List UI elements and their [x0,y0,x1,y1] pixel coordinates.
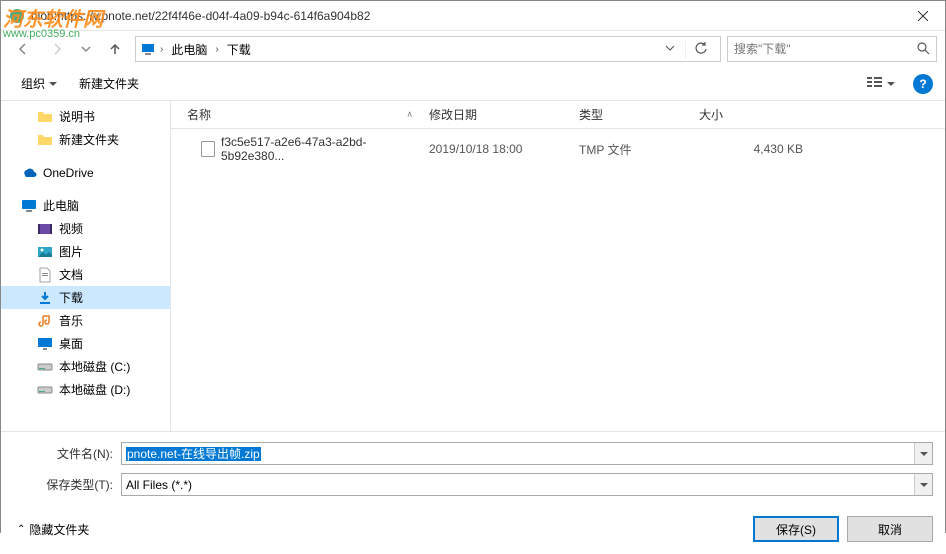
sidebar-item-pictures[interactable]: 图片 [1,240,170,263]
sidebar-item-thispc[interactable]: 此电脑 [1,194,170,217]
desktop-icon [37,336,53,352]
new-folder-button[interactable]: 新建文件夹 [71,71,147,96]
sidebar-item-downloads[interactable]: 下载 [1,286,170,309]
disk-icon [37,382,53,398]
sidebar-item-onedrive[interactable]: OneDrive [1,161,170,184]
filetype-field[interactable]: All Files (*.*) [121,473,933,496]
filetype-row: 保存类型(T): All Files (*.*) [13,473,933,496]
bottom-panel: 文件名(N): pnote.net-在线导出帧.zip 保存类型(T): All… [1,431,945,554]
dropdown-arrow-icon [887,80,895,88]
file-icon [201,141,215,157]
filetype-value: All Files (*.*) [122,478,192,492]
chevron-down-icon [81,44,91,54]
breadcrumb-folder[interactable]: 下载 [223,39,255,60]
toolbar: 组织 新建文件夹 ? [1,67,945,101]
filename-row: 文件名(N): pnote.net-在线导出帧.zip [13,442,933,465]
column-date[interactable]: 修改日期 [421,101,571,128]
title-bar: blob:https://v.pnote.net/22f4f46e-d04f-4… [1,1,945,31]
video-icon [37,221,53,237]
filename-field[interactable]: pnote.net-在线导出帧.zip [121,442,933,465]
breadcrumb-root[interactable]: 此电脑 [167,39,211,60]
sidebar-item-documents[interactable]: 文档 [1,263,170,286]
folder-icon [37,132,53,148]
close-button[interactable] [900,1,945,30]
sidebar-item-disk-c[interactable]: 本地磁盘 (C:) [1,355,170,378]
close-icon [918,11,928,21]
arrow-up-icon [108,42,122,56]
chevron-right-icon: › [160,44,163,55]
sidebar-item-desktop[interactable]: 桌面 [1,332,170,355]
chevron-right-icon: › [215,44,218,55]
sidebar-item-video[interactable]: 视频 [1,217,170,240]
arrow-left-icon [16,42,30,56]
button-row: ⌃ 隐藏文件夹 保存(S) 取消 [13,516,933,542]
file-name: f3c5e517-a2e6-47a3-a2bd-5b92e380... [221,135,413,163]
documents-icon [37,267,53,283]
file-list-header: 名称 ∧ 修改日期 类型 大小 [171,101,945,129]
column-type[interactable]: 类型 [571,101,691,128]
onedrive-icon [21,165,37,181]
pictures-icon [37,244,53,260]
chevron-down-icon [920,481,928,489]
filetype-label: 保存类型(T): [13,476,121,493]
cancel-button[interactable]: 取消 [847,516,933,542]
download-icon [37,290,53,306]
filename-label: 文件名(N): [13,445,121,462]
file-row[interactable]: f3c5e517-a2e6-47a3-a2bd-5b92e380... 2019… [171,137,945,161]
pc-icon [21,198,37,214]
refresh-button[interactable] [685,41,716,58]
arrow-right-icon [50,42,64,56]
file-size: 4,430 KB [691,142,811,156]
folder-icon [37,109,53,125]
filename-input-text[interactable]: pnote.net-在线导出帧.zip [126,447,261,461]
address-bar[interactable]: › 此电脑 › 下载 [135,36,721,62]
address-dropdown[interactable] [659,42,681,56]
column-size[interactable]: 大小 [691,101,811,128]
view-icon [867,77,885,91]
app-icon [9,8,25,24]
navigation-sidebar: 说明书 新建文件夹 OneDrive 此电脑 视频 图片 文档 [1,101,171,431]
recent-button[interactable] [77,36,95,62]
chevron-down-icon [665,43,675,53]
window-title: blob:https://v.pnote.net/22f4f46e-d04f-4… [31,9,900,23]
sidebar-item-docs[interactable]: 说明书 [1,105,170,128]
file-list: 名称 ∧ 修改日期 类型 大小 f3c5e517-a2e6-47a3-a2bd-… [171,101,945,431]
forward-button[interactable] [43,36,71,62]
column-name[interactable]: 名称 ∧ [171,101,421,128]
music-icon [37,313,53,329]
save-button[interactable]: 保存(S) [753,516,839,542]
disk-icon [37,359,53,375]
sort-indicator-icon: ∧ [406,109,413,120]
search-input[interactable] [734,42,916,56]
sidebar-item-music[interactable]: 音乐 [1,309,170,332]
view-options-button[interactable] [861,73,901,95]
organize-menu[interactable]: 组织 [13,71,65,96]
sidebar-item-disk-d[interactable]: 本地磁盘 (D:) [1,378,170,401]
sidebar-item-newfolder[interactable]: 新建文件夹 [1,128,170,151]
hide-folders-button[interactable]: ⌃ 隐藏文件夹 [13,519,93,540]
help-button[interactable]: ? [913,74,933,94]
file-date: 2019/10/18 18:00 [421,142,571,156]
pc-icon [140,41,156,57]
filename-dropdown[interactable] [914,443,932,464]
refresh-icon [694,41,708,55]
navigation-row: › 此电脑 › 下载 [1,31,945,67]
chevron-down-icon [920,450,928,458]
back-button[interactable] [9,36,37,62]
main-area: 说明书 新建文件夹 OneDrive 此电脑 视频 图片 文档 [1,101,945,431]
up-button[interactable] [101,36,129,62]
search-box[interactable] [727,36,937,62]
filetype-dropdown[interactable] [914,474,932,495]
file-type: TMP 文件 [571,141,691,158]
search-icon[interactable] [916,41,930,58]
dropdown-arrow-icon [49,80,57,88]
